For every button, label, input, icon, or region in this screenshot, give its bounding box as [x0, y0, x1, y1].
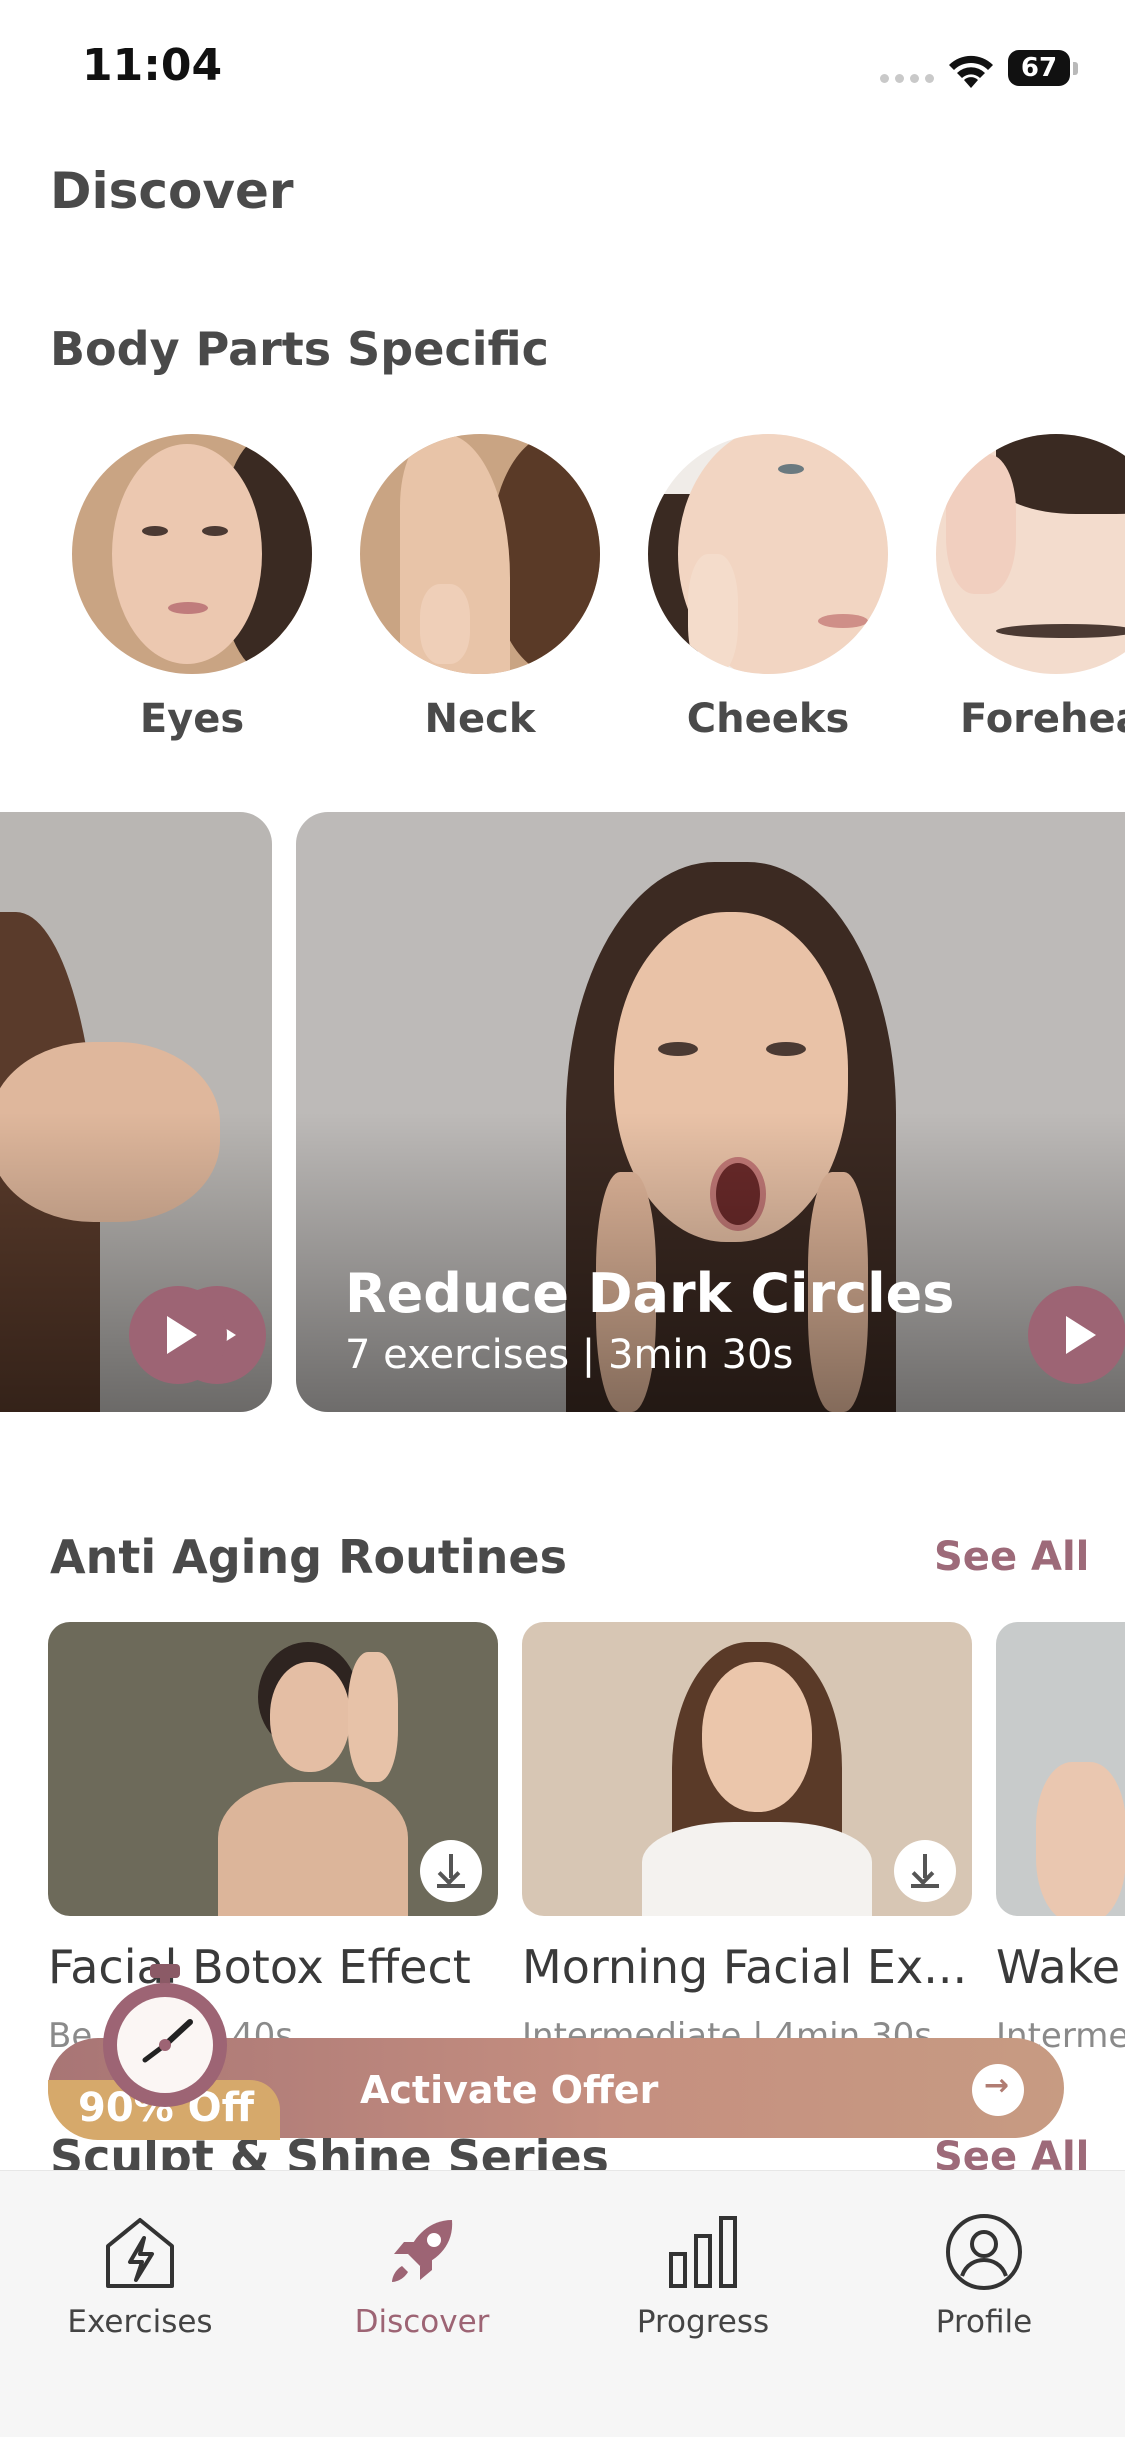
tab-label: Profile [935, 2304, 1033, 2340]
routine-name[interactable]: Wake [996, 1940, 1120, 1994]
rocket-icon [392, 2220, 453, 2282]
body-part-cheeks[interactable]: Cheeks [648, 434, 888, 742]
cellular-signal-icon [880, 74, 934, 83]
body-part-label: Eyes [139, 696, 245, 742]
tab-label: Discover [354, 2304, 490, 2340]
wifi-icon [949, 55, 993, 88]
forehead-image [936, 434, 1125, 674]
activate-offer-label: Activate Offer [360, 2068, 659, 2112]
profile-icon [946, 2214, 1022, 2290]
battery-cap [1073, 62, 1078, 75]
routine-image-wake[interactable] [996, 1622, 1125, 1916]
bar-chart-icon [669, 2216, 737, 2288]
body-part-label: Cheeks [686, 696, 850, 742]
body-part-eyes[interactable]: Eyes [72, 434, 312, 742]
exercises-icon [106, 2218, 174, 2288]
eyes-image [72, 434, 312, 674]
featured-subtitle: 7 exercises | 3min 30s [345, 1332, 794, 1378]
routine-image-morning-facial[interactable] [522, 1622, 972, 1916]
page-title: Discover [50, 162, 294, 220]
body-part-label: Forehea [960, 696, 1125, 742]
neck-image [360, 434, 600, 674]
status-time: 11:04 [82, 40, 223, 91]
play-button-previous[interactable] [129, 1286, 227, 1384]
download-icon[interactable] [894, 1840, 956, 1902]
tab-profile[interactable]: Profile [884, 2210, 1084, 2340]
battery-indicator: 67 [1008, 50, 1070, 86]
featured-title: Reduce Dark Circles [345, 1262, 955, 1325]
download-icon[interactable] [420, 1840, 482, 1902]
anti-aging-title: Anti Aging Routines [50, 1530, 567, 1584]
routine-image-facial-botox[interactable] [48, 1622, 498, 1916]
tab-label: Exercises [67, 2304, 213, 2340]
anti-aging-see-all-link[interactable]: See All [934, 1534, 1089, 1580]
routine-name[interactable]: Morning Facial Ex... [522, 1940, 967, 1994]
stopwatch-icon [103, 1964, 227, 2107]
body-part-neck[interactable]: Neck [360, 434, 600, 742]
tab-label: Progress [636, 2304, 770, 2340]
play-button-featured[interactable] [1028, 1286, 1125, 1384]
tab-progress[interactable]: Progress [603, 2210, 803, 2340]
body-part-forehead[interactable]: Forehea [936, 434, 1125, 742]
tab-exercises[interactable]: Exercises [40, 2210, 240, 2340]
arrow-right-icon[interactable] [972, 2064, 1024, 2116]
tab-discover[interactable]: Discover [322, 2210, 522, 2340]
cheeks-image [648, 434, 888, 674]
body-parts-title: Body Parts Specific [50, 322, 549, 376]
body-part-label: Neck [424, 696, 536, 742]
